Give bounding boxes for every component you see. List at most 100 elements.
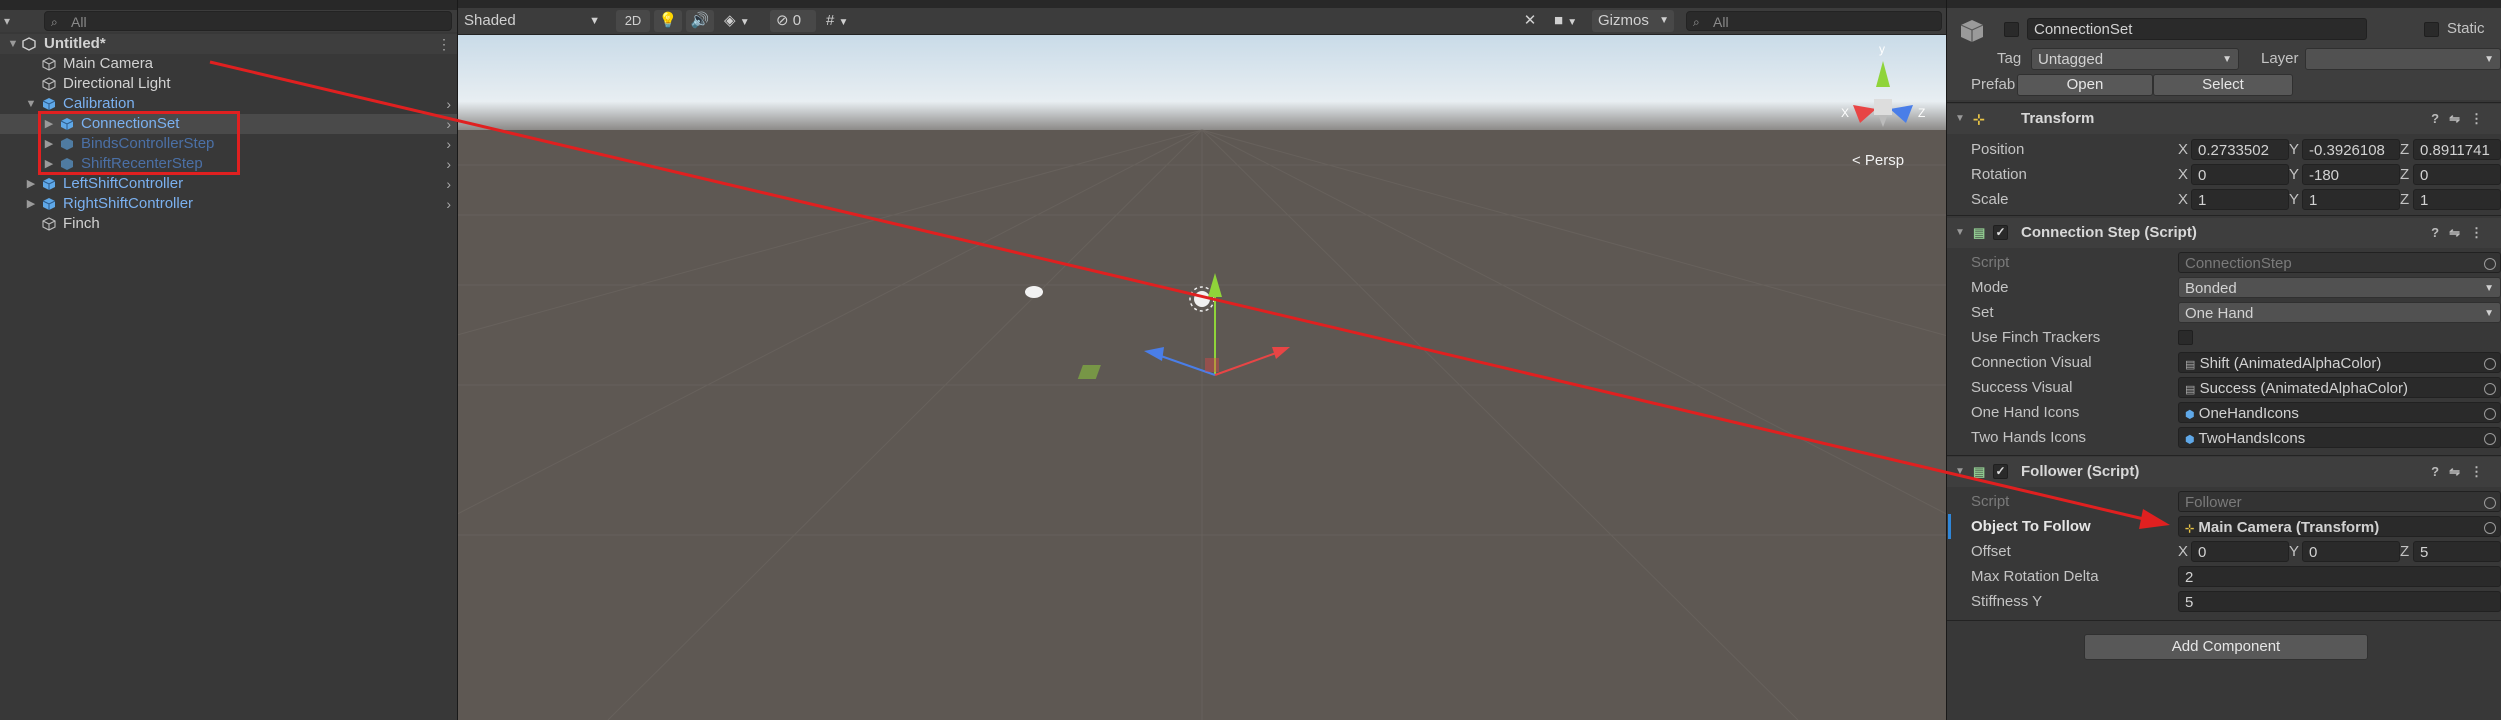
mode-dropdown[interactable]: Bonded ▼ <box>2178 277 2501 298</box>
rotation-z-field[interactable]: 0 <box>2413 164 2501 185</box>
foldout-collapsed-icon[interactable]: ▶ <box>24 194 38 214</box>
persp-label[interactable]: < Persp <box>1852 152 1904 169</box>
offset-y-field[interactable]: 0 <box>2302 541 2400 562</box>
chevron-right-icon[interactable]: › <box>446 194 451 214</box>
script-label: Script <box>1971 254 2010 271</box>
object-picker-icon[interactable] <box>2484 358 2496 370</box>
hierarchy-item-leftshiftcontroller[interactable]: ▶ LeftShiftController › <box>0 174 457 194</box>
foldout-expanded-icon[interactable]: ▼ <box>6 34 20 54</box>
hierarchy-item-rightshiftcontroller[interactable]: ▶ RightShiftController › <box>0 194 457 214</box>
hierarchy-tab[interactable] <box>0 0 457 10</box>
camera-gizmo[interactable] <box>1025 286 1043 298</box>
chevron-right-icon[interactable]: › <box>446 134 451 154</box>
two-hands-icons-field[interactable]: ⬢ TwoHandsIcons <box>2178 427 2501 448</box>
stiffness-y-field[interactable]: 5 <box>2178 591 2501 612</box>
axis-x-label: X <box>2178 191 2189 208</box>
chevron-right-icon[interactable]: › <box>446 154 451 174</box>
hierarchy-item-finch[interactable]: Finch <box>0 214 457 234</box>
gizmos-dropdown[interactable]: Gizmos ▼ <box>1592 10 1674 32</box>
scale-x-field[interactable]: 1 <box>2191 189 2289 210</box>
object-name-field[interactable]: ConnectionSet <box>2027 18 2367 40</box>
component-icons[interactable]: ?⇋⋮ <box>2431 104 2493 134</box>
object-to-follow-field[interactable]: ⊹ Main Camera (Transform) <box>2178 516 2501 537</box>
add-component-button[interactable]: Add Component <box>2084 634 2368 660</box>
scene-viewport[interactable]: y X Z < Persp <box>458 35 1946 720</box>
hierarchy-search-input[interactable]: ⌕ All <box>44 11 452 31</box>
component-enabled-checkbox[interactable]: ✓ <box>1993 225 2008 240</box>
component-icons[interactable]: ?⇋⋮ <box>2431 457 2493 487</box>
layer-dropdown[interactable]: ▼ <box>2305 48 2501 70</box>
success-visual-row: Success Visual ▤ Success (AnimatedAlphaC… <box>1947 375 2501 400</box>
camera-dropdown[interactable]: ■ ▼ <box>1548 10 1588 32</box>
connection-step-header[interactable]: ▼ ▤ ✓ Connection Step (Script) ?⇋⋮ <box>1947 218 2501 248</box>
hierarchy-item-directional-light[interactable]: Directional Light <box>0 74 457 94</box>
tag-dropdown[interactable]: Untagged ▼ <box>2031 48 2239 70</box>
success-visual-field[interactable]: ▤ Success (AnimatedAlphaColor) <box>2178 377 2501 398</box>
scene-name: Untitled* <box>44 35 106 52</box>
object-picker-icon[interactable] <box>2484 383 2496 395</box>
position-x-field[interactable]: 0.2733502 <box>2191 139 2289 160</box>
eye-off-icon: ⊘ <box>776 12 789 29</box>
audio-toggle[interactable]: 🔊 <box>686 10 714 32</box>
scene-visibility-toggle[interactable]: ⊘ 0 <box>770 10 816 32</box>
inspector-tab[interactable] <box>1947 0 2501 8</box>
toggle-2d-button[interactable]: 2D <box>616 10 650 32</box>
component-title: Follower (Script) <box>2021 463 2140 480</box>
rotation-y-field[interactable]: -180 <box>2302 164 2400 185</box>
override-indicator <box>1948 514 1951 539</box>
prefab-open-button[interactable]: Open <box>2017 74 2153 96</box>
search-placeholder: All <box>1713 14 1729 30</box>
use-finch-trackers-checkbox[interactable] <box>2178 330 2193 345</box>
lighting-toggle[interactable]: 💡 <box>654 10 682 32</box>
hierarchy-item-main-camera[interactable]: Main Camera <box>0 54 457 74</box>
static-label: Static <box>2447 20 2485 37</box>
script-icon: ▤ <box>2185 384 2196 396</box>
object-header: ConnectionSet Static Tag Untagged ▼ Laye… <box>1947 8 2501 100</box>
shading-mode-dropdown[interactable]: Shaded ▼ <box>458 10 606 32</box>
create-dropdown-icon[interactable]: ▾ <box>4 10 10 32</box>
axis-y-label: Y <box>2289 191 2300 208</box>
scale-z-field[interactable]: 1 <box>2413 189 2501 210</box>
connection-visual-field[interactable]: ▤ Shift (AnimatedAlphaColor) <box>2178 352 2501 373</box>
one-hand-icons-field[interactable]: ⬢ OneHandIcons <box>2178 402 2501 423</box>
axis-y-label: Y <box>2289 543 2300 560</box>
gizmo-axis-y: y <box>1879 42 1885 56</box>
follower-header[interactable]: ▼ ▤ ✓ Follower (Script) ?⇋⋮ <box>1947 457 2501 487</box>
offset-z-field[interactable]: 5 <box>2413 541 2501 562</box>
prefab-icon <box>42 198 56 210</box>
foldout-collapsed-icon[interactable]: ▶ <box>24 174 38 194</box>
two-hands-icons-value: TwoHandsIcons <box>2198 430 2306 447</box>
chevron-right-icon[interactable]: › <box>446 94 451 114</box>
object-active-checkbox[interactable] <box>2004 22 2019 37</box>
object-picker-icon[interactable] <box>2484 522 2496 534</box>
chevron-right-icon[interactable]: › <box>446 114 451 134</box>
transform-header[interactable]: ▼ ⊹ Transform ?⇋⋮ <box>1947 104 2501 134</box>
grid-dropdown[interactable]: # ▼ <box>820 10 866 32</box>
scale-y-field[interactable]: 1 <box>2302 189 2400 210</box>
position-z-field[interactable]: 0.8911741 <box>2413 139 2501 160</box>
chevron-right-icon[interactable]: › <box>446 174 451 194</box>
scene-search-input[interactable]: ⌕ All <box>1686 11 1942 31</box>
foldout-expanded-icon[interactable]: ▼ <box>24 94 38 114</box>
object-picker-icon[interactable] <box>2484 408 2496 420</box>
effects-dropdown[interactable]: ◈ ▼ <box>718 10 766 32</box>
tools-button[interactable]: ✕ <box>1516 10 1544 32</box>
component-enabled-checkbox[interactable]: ✓ <box>1993 464 2008 479</box>
scene-root-row[interactable]: ▼ Untitled* ⋮ <box>0 34 457 54</box>
rotation-x-field[interactable]: 0 <box>2191 164 2289 185</box>
script-icon: ▤ <box>1973 225 1986 240</box>
prefab-select-button[interactable]: Select <box>2153 74 2293 96</box>
position-y-field[interactable]: -0.3926108 <box>2302 139 2400 160</box>
axis-z-label: Z <box>2400 141 2410 158</box>
offset-x-field[interactable]: 0 <box>2191 541 2289 562</box>
static-checkbox[interactable] <box>2424 22 2439 37</box>
set-dropdown[interactable]: One Hand ▼ <box>2178 302 2501 323</box>
scene-view[interactable]: Shaded ▼ 2D 💡 🔊 ◈ ▼ ⊘ 0 # ▼ ✕ ■ ▼ Gizmos… <box>458 0 1946 720</box>
object-picker-icon[interactable] <box>2484 433 2496 445</box>
scene-menu-icon[interactable]: ⋮ <box>437 34 451 54</box>
max-rotation-delta-field[interactable]: 2 <box>2178 566 2501 587</box>
foldout-expanded-icon[interactable]: ▼ <box>1955 457 1965 487</box>
foldout-expanded-icon[interactable]: ▼ <box>1955 218 1965 248</box>
component-icons[interactable]: ?⇋⋮ <box>2431 218 2493 248</box>
foldout-expanded-icon[interactable]: ▼ <box>1955 104 1965 134</box>
